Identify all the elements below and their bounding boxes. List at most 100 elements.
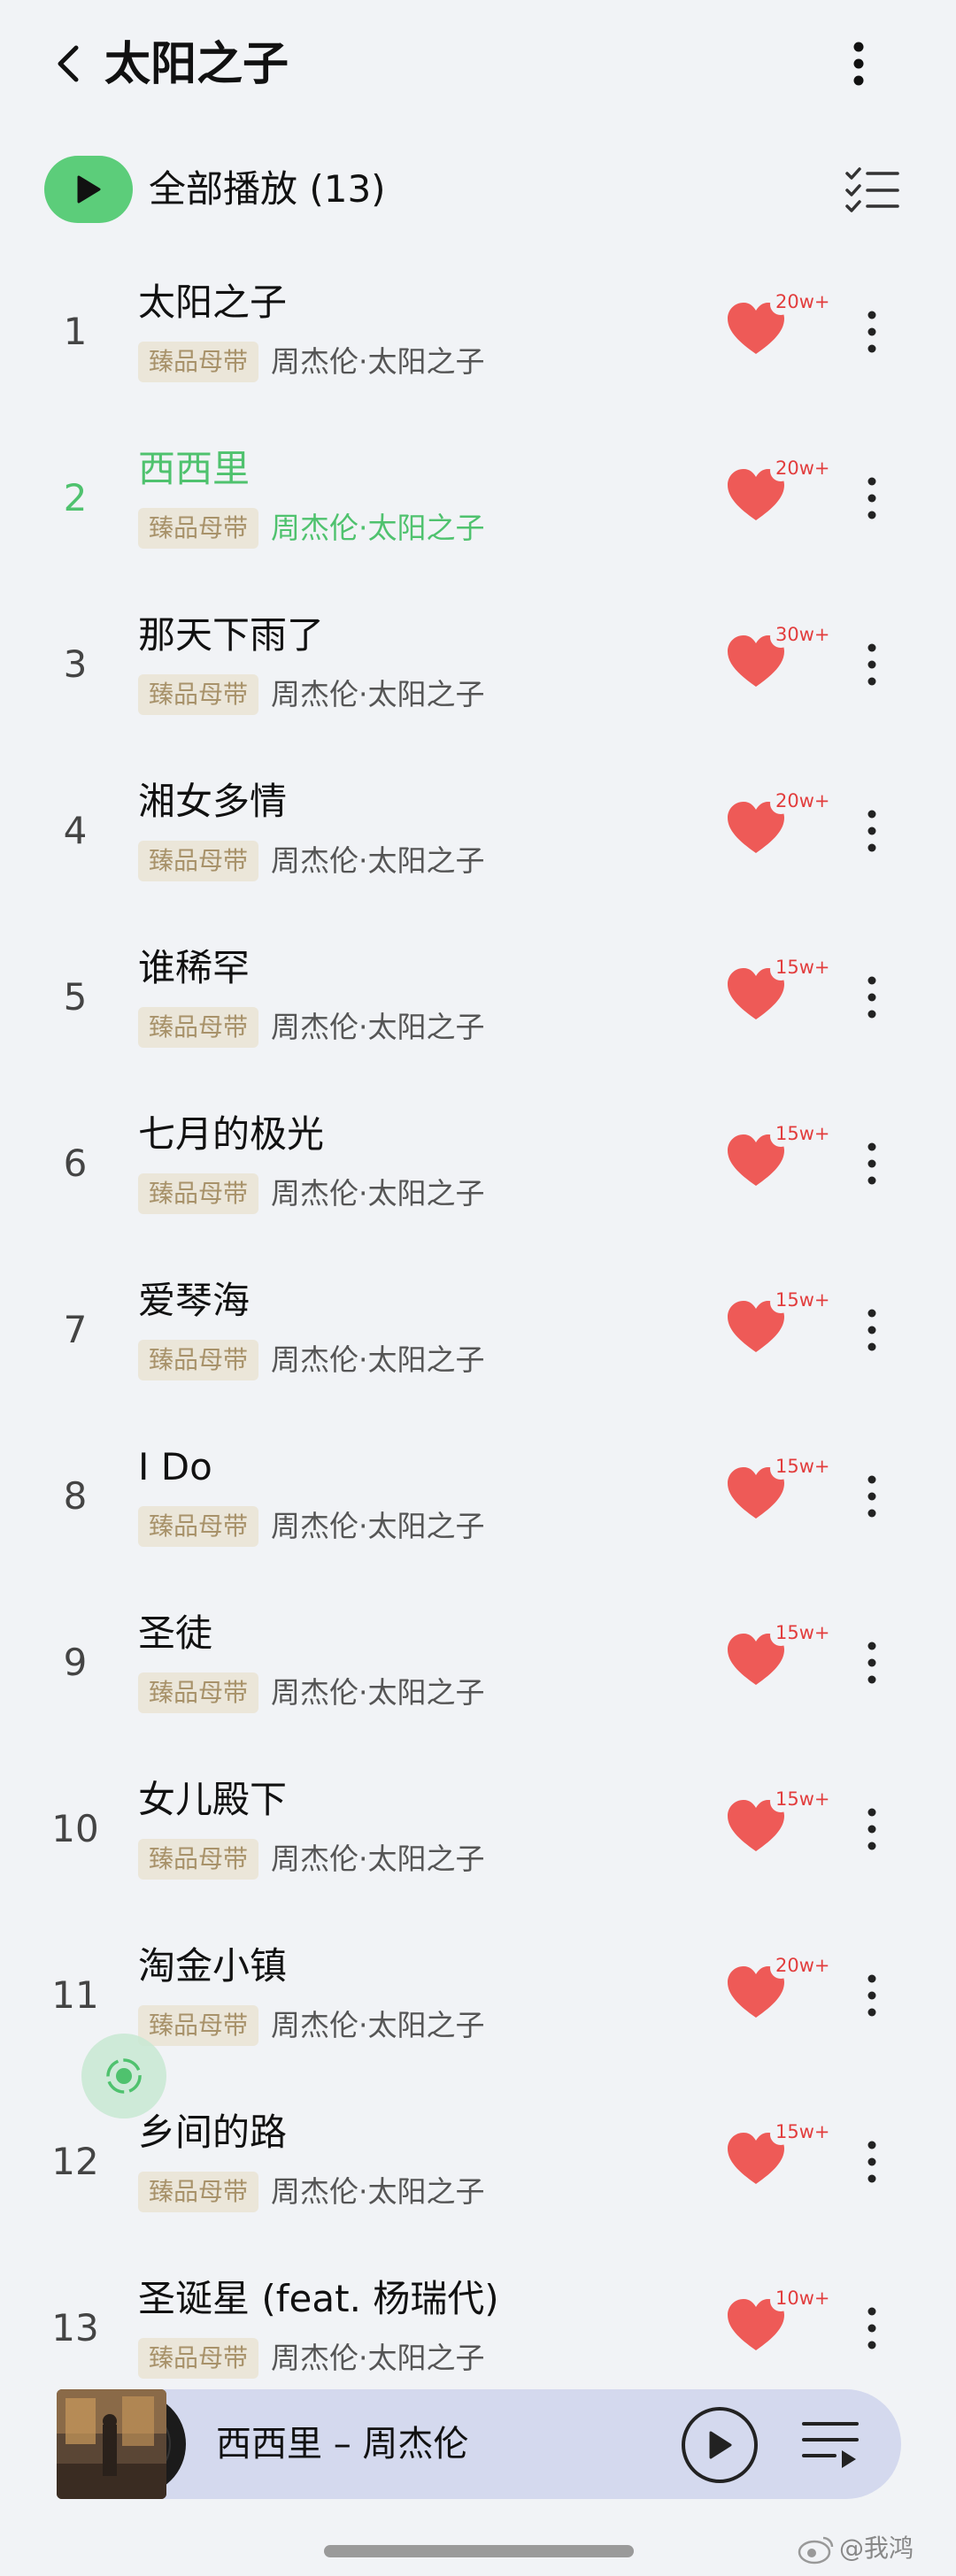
- song-row[interactable]: 2 西西里 臻品母带 周杰伦·太阳之子 20w+: [0, 416, 956, 582]
- song-title: 爱琴海: [138, 1279, 251, 1322]
- more-options-button[interactable]: [832, 37, 885, 90]
- song-title: 圣诞星 (feat. 杨瑞代): [138, 2277, 499, 2320]
- watermark: @我鸿: [839, 2534, 914, 2563]
- like-button[interactable]: 15w+: [724, 1621, 830, 1701]
- quality-badge: 臻品母带: [138, 1340, 259, 1380]
- song-more-button[interactable]: [850, 1465, 894, 1527]
- song-index: 10: [51, 1807, 99, 1850]
- like-button[interactable]: 30w+: [724, 623, 830, 703]
- song-title: 西西里: [138, 447, 251, 490]
- song-artist-album: 周杰伦·太阳之子: [271, 843, 485, 878]
- more-vertical-icon: [867, 311, 876, 353]
- playlist-button[interactable]: [797, 2414, 864, 2476]
- song-more-button[interactable]: [850, 800, 894, 862]
- like-count: 15w+: [775, 1289, 830, 1311]
- song-more-button[interactable]: [850, 966, 894, 1028]
- like-button[interactable]: 20w+: [724, 290, 830, 370]
- song-title: 淘金小镇: [138, 1944, 288, 1988]
- like-button[interactable]: 20w+: [724, 789, 830, 869]
- quality-badge: 臻品母带: [138, 1173, 259, 1214]
- play-all-label[interactable]: 全部播放 (13): [149, 161, 386, 218]
- song-index: 3: [63, 642, 88, 686]
- song-more-button[interactable]: [850, 634, 894, 696]
- song-index: 5: [63, 975, 88, 1019]
- quality-badge: 臻品母带: [138, 841, 259, 881]
- song-artist-album: 周杰伦·太阳之子: [271, 1509, 485, 1543]
- more-vertical-icon: [867, 2141, 876, 2183]
- song-index: 6: [63, 1142, 88, 1185]
- song-more-button[interactable]: [850, 1632, 894, 1694]
- song-row[interactable]: 8 I Do 臻品母带 周杰伦·太阳之子 15w+: [0, 1414, 956, 1580]
- multi-select-button[interactable]: [841, 161, 903, 218]
- album-cover[interactable]: [57, 2389, 188, 2499]
- song-row[interactable]: 4 湘女多情 臻品母带 周杰伦·太阳之子 20w+: [0, 749, 956, 915]
- song-more-button[interactable]: [850, 467, 894, 529]
- song-row[interactable]: 7 爱琴海 臻品母带 周杰伦·太阳之子 15w+: [0, 1248, 956, 1414]
- like-button[interactable]: 15w+: [724, 1122, 830, 1202]
- play-all-button[interactable]: [44, 156, 133, 223]
- quality-badge: 臻品母带: [138, 1672, 259, 1713]
- like-button[interactable]: 15w+: [724, 1455, 830, 1534]
- song-row[interactable]: 6 七月的极光 臻品母带 周杰伦·太阳之子 15w+: [0, 1081, 956, 1248]
- more-vertical-icon: [867, 1642, 876, 1684]
- like-count: 20w+: [775, 458, 830, 479]
- quality-badge: 臻品母带: [138, 1007, 259, 1048]
- now-playing-label[interactable]: 西西里 – 周杰伦: [216, 2416, 468, 2472]
- page-title: 太阳之子: [104, 38, 289, 91]
- song-title: 谁稀罕: [138, 946, 251, 989]
- quality-badge: 臻品母带: [138, 2338, 259, 2379]
- song-row[interactable]: 9 圣徒 臻品母带 周杰伦·太阳之子 15w+: [0, 1580, 956, 1747]
- like-button[interactable]: 15w+: [724, 2120, 830, 2200]
- more-vertical-icon: [867, 477, 876, 519]
- like-count: 15w+: [775, 1456, 830, 1477]
- playlist-icon: [802, 2422, 859, 2468]
- song-more-button[interactable]: [850, 2131, 894, 2193]
- song-artist-album: 周杰伦·太阳之子: [271, 511, 485, 545]
- song-more-button[interactable]: [850, 1965, 894, 2026]
- song-index: 4: [63, 809, 88, 852]
- song-title: 七月的极光: [138, 1112, 325, 1156]
- song-row[interactable]: 10 女儿殿下 臻品母带 周杰伦·太阳之子 15w+: [0, 1747, 956, 1913]
- song-title: 太阳之子: [138, 281, 288, 324]
- song-artist-album: 周杰伦·太阳之子: [271, 1342, 485, 1377]
- mini-player[interactable]: 西西里 – 周杰伦: [57, 2389, 901, 2499]
- like-button[interactable]: 10w+: [724, 2287, 830, 2366]
- like-button[interactable]: 15w+: [724, 1288, 830, 1368]
- song-more-button[interactable]: [850, 2297, 894, 2359]
- like-count: 15w+: [775, 1622, 830, 1643]
- song-index: 9: [63, 1641, 88, 1684]
- home-indicator[interactable]: [324, 2545, 634, 2557]
- song-row[interactable]: 5 谁稀罕 臻品母带 周杰伦·太阳之子 15w+: [0, 915, 956, 1081]
- player-play-button[interactable]: [682, 2407, 758, 2483]
- song-artist-album: 周杰伦·太阳之子: [271, 677, 485, 711]
- song-row[interactable]: 1 太阳之子 臻品母带 周杰伦·太阳之子 20w+: [0, 250, 956, 416]
- more-vertical-icon: [867, 2307, 876, 2349]
- like-count: 20w+: [775, 1955, 830, 1976]
- song-more-button[interactable]: [850, 1299, 894, 1361]
- locate-icon: [106, 2058, 142, 2094]
- like-count: 15w+: [775, 957, 830, 978]
- locate-current-button[interactable]: [81, 2034, 166, 2118]
- song-row[interactable]: 3 那天下雨了 臻品母带 周杰伦·太阳之子 30w+: [0, 582, 956, 749]
- like-count: 20w+: [775, 790, 830, 811]
- more-vertical-icon: [853, 42, 864, 86]
- more-vertical-icon: [867, 1475, 876, 1518]
- like-count: 15w+: [775, 1788, 830, 1810]
- quality-badge: 臻品母带: [138, 2172, 259, 2212]
- more-vertical-icon: [867, 1309, 876, 1351]
- more-vertical-icon: [867, 1974, 876, 2017]
- back-button[interactable]: [42, 37, 96, 90]
- song-title: 那天下雨了: [138, 613, 325, 657]
- like-button[interactable]: 20w+: [724, 1954, 830, 2034]
- song-more-button[interactable]: [850, 1133, 894, 1195]
- like-button[interactable]: 20w+: [724, 457, 830, 536]
- like-button[interactable]: 15w+: [724, 1788, 830, 1867]
- song-more-button[interactable]: [850, 301, 894, 363]
- song-index: 12: [51, 2140, 99, 2183]
- song-row[interactable]: 13 圣诞星 (feat. 杨瑞代) 臻品母带 周杰伦·太阳之子 10w+: [0, 2246, 956, 2412]
- like-button[interactable]: 15w+: [724, 956, 830, 1035]
- song-more-button[interactable]: [850, 1798, 894, 1860]
- more-vertical-icon: [867, 1142, 876, 1185]
- song-index: 2: [63, 476, 88, 519]
- song-artist-album: 周杰伦·太阳之子: [271, 1675, 485, 1710]
